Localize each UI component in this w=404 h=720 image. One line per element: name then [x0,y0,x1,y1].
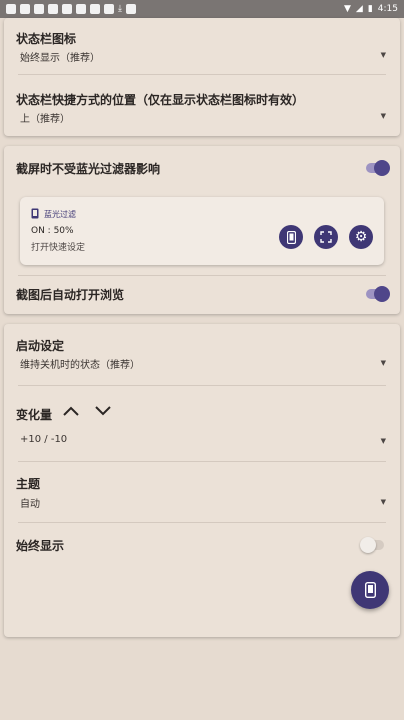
notification-icon [6,4,16,14]
notification-icon [125,4,136,14]
tile-subtitle: 打开快速设定 [31,243,86,253]
tile-title: 蓝光过滤 [44,210,76,219]
notification-icon [34,4,44,14]
dropdown-arrow-icon: ▼ [380,112,386,120]
fullscreen-icon [320,231,332,243]
notification-icon [48,4,58,14]
download-icon: ⤓ [118,4,122,14]
toggle-knob [360,537,376,553]
status-icon-setting[interactable]: 状态栏图标 始终显示（推荐） ▼ [4,18,400,73]
setting-value: +10 / -10 [20,434,68,445]
always-show-setting[interactable]: 始终显示 [4,523,400,565]
increase-button[interactable] [62,405,80,417]
delta-setting: 变化量 +10 / -10 ▼ [4,386,400,461]
toggle-knob [374,160,390,176]
phone-icon [364,582,376,598]
filter-fab-button[interactable] [351,571,389,609]
dropdown-arrow-icon: ▼ [380,437,386,445]
theme-setting[interactable]: 主题 自动 ▼ [4,462,400,522]
setting-value: 维持关机时的状态（推荐） [20,360,140,371]
setting-label: 截屏时不受蓝光过滤器影响 [16,162,161,176]
setting-label: 始终显示 [16,539,65,553]
always-show-toggle[interactable] [360,537,384,553]
screenshot-button[interactable] [314,225,338,249]
wifi-icon: ▼ [343,4,351,14]
gear-icon: ⚙ [354,229,368,245]
clock: 4:15 [377,4,398,14]
status-bar: ⤓ ▼ ◢ ▮ 4:15 [0,0,404,18]
screenshot-filter-setting[interactable]: 截屏时不受蓝光过滤器影响 [4,146,400,188]
setting-label: 状态栏图标 [16,32,77,46]
filter-toggle-button[interactable] [279,225,303,249]
notification-icons: ⤓ [6,4,136,14]
dropdown-arrow-icon: ▼ [380,359,386,367]
startup-setting[interactable]: 启动设定 维持关机时的状态（推荐） ▼ [4,324,400,384]
notification-icon [90,4,100,14]
screenshot-filter-toggle[interactable] [366,160,390,176]
setting-label: 截图后自动打开浏览 [16,288,125,302]
tile-status: ON : 50% [31,226,74,236]
notification-icon [20,4,30,14]
notification-icon [76,4,86,14]
setting-label: 状态栏快捷方式的位置（仅在显示状态栏图标时有效） [16,93,305,107]
notification-icon [104,4,114,14]
auto-browse-setting[interactable]: 截图后自动打开浏览 [4,276,400,312]
status-bar-settings-card: 状态栏图标 始终显示（推荐） ▼ 状态栏快捷方式的位置（仅在显示状态栏图标时有效… [4,18,400,136]
dropdown-arrow-icon: ▼ [380,51,386,59]
auto-browse-toggle[interactable] [366,286,390,302]
setting-value: 上（推荐） [20,114,70,125]
setting-label: 变化量 [16,408,53,422]
quick-tile-preview[interactable]: 蓝光过滤 ON : 50% 打开快速设定 ⚙ [20,197,384,265]
setting-label: 启动设定 [16,339,65,353]
general-settings-card: 启动设定 维持关机时的状态（推荐） ▼ 变化量 +10 / -10 ▼ 主题 自… [4,324,400,637]
notification-icon [62,4,72,14]
toggle-knob [374,286,390,302]
setting-value: 自动 [20,499,40,510]
setting-label: 主题 [16,477,41,491]
battery-icon: ▮ [367,4,373,14]
phone-icon [286,230,296,244]
phone-icon [31,208,39,219]
dropdown-arrow-icon: ▼ [380,498,386,506]
delta-dropdown[interactable]: +10 / -10 ▼ [4,430,400,456]
setting-value: 始终显示（推荐） [20,53,100,64]
decrease-button[interactable] [94,405,112,417]
shortcut-position-setting[interactable]: 状态栏快捷方式的位置（仅在显示状态栏图标时有效） 上（推荐） ▼ [4,75,400,135]
settings-button[interactable]: ⚙ [349,225,373,249]
signal-icon: ◢ [355,4,363,14]
